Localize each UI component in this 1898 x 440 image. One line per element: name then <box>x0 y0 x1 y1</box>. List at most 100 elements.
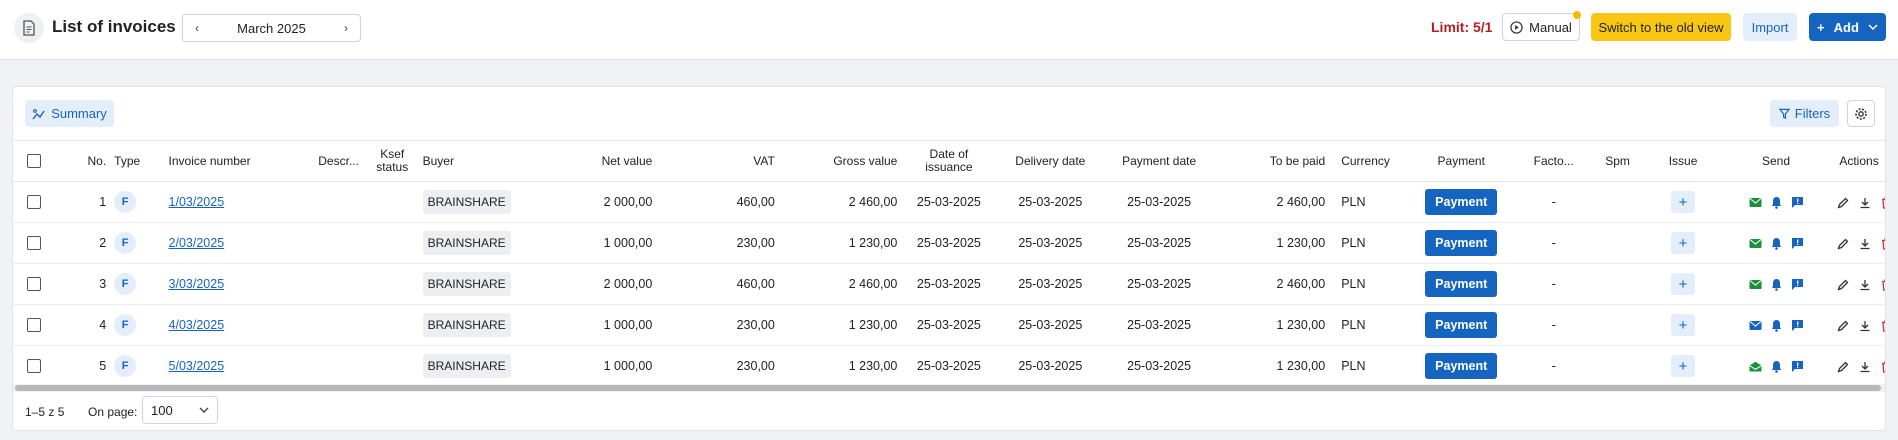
buyer-badge[interactable]: BRAINSHARE <box>422 354 511 378</box>
column-header-invoice-number[interactable]: Invoice number <box>154 140 319 182</box>
column-header-vat[interactable]: VAT <box>656 140 779 182</box>
column-header-payment-date[interactable]: Payment date <box>1104 140 1215 182</box>
row-checkbox[interactable] <box>27 318 42 333</box>
payment-button[interactable]: Payment <box>1425 230 1498 256</box>
issue-plus-button[interactable]: + <box>1671 355 1696 377</box>
edit-pencil-icon[interactable] <box>1837 197 1849 209</box>
payment-button[interactable]: Payment <box>1425 353 1498 379</box>
import-button[interactable]: Import <box>1743 13 1797 41</box>
message-alert-icon[interactable] <box>1791 360 1804 373</box>
per-page-select[interactable]: 100 <box>142 396 218 424</box>
message-alert-icon[interactable] <box>1791 278 1804 291</box>
buyer-badge[interactable]: BRAINSHARE <box>422 231 511 255</box>
currency: PLN <box>1341 277 1366 291</box>
column-header-to-be-paid[interactable]: To be paid <box>1214 140 1330 182</box>
column-header-spm[interactable]: Spm <box>1587 140 1648 182</box>
delete-trash-icon[interactable] <box>1881 361 1885 373</box>
email-icon[interactable] <box>1749 238 1762 249</box>
select-all-checkbox[interactable] <box>27 154 42 168</box>
table-row[interactable]: 4 F 4/03/2025 BRAINSHARE 1 000,00 230,00… <box>13 305 1885 346</box>
actions-cell <box>1833 223 1885 264</box>
column-header-date-of-issuance[interactable]: Date of issuance <box>901 140 997 182</box>
issue-plus-button[interactable]: + <box>1671 314 1696 336</box>
invoice-number-link[interactable]: 4/03/2025 <box>169 318 225 332</box>
table-row[interactable]: 1 F 1/03/2025 BRAINSHARE 2 000,00 460,00… <box>13 182 1885 223</box>
buyer-badge[interactable]: BRAINSHARE <box>422 272 511 296</box>
issue-plus-button[interactable]: + <box>1671 232 1696 254</box>
add-button[interactable]: + Add <box>1809 13 1886 41</box>
invoice-number-link[interactable]: 5/03/2025 <box>169 359 225 373</box>
bell-icon[interactable] <box>1771 360 1782 373</box>
column-header-type[interactable]: Type <box>110 140 155 182</box>
manual-button[interactable]: Manual <box>1502 11 1581 41</box>
table-row[interactable]: 3 F 3/03/2025 BRAINSHARE 2 000,00 460,00… <box>13 264 1885 305</box>
invoice-number-link[interactable]: 3/03/2025 <box>169 277 225 291</box>
issue-plus-button[interactable]: + <box>1671 273 1696 295</box>
table-row[interactable]: 5 F 5/03/2025 BRAINSHARE 1 000,00 230,00… <box>13 346 1885 387</box>
message-alert-icon[interactable] <box>1791 237 1804 250</box>
previous-month-chevron-icon[interactable]: ‹ <box>183 15 211 41</box>
plus-icon: + <box>1817 19 1825 35</box>
download-icon[interactable] <box>1859 197 1871 209</box>
issue-plus-button[interactable]: + <box>1671 191 1696 213</box>
bell-icon[interactable] <box>1771 196 1782 209</box>
payment-button[interactable]: Payment <box>1425 312 1498 338</box>
column-header-no[interactable]: No. <box>55 140 111 182</box>
email-icon[interactable] <box>1749 197 1762 208</box>
download-icon[interactable] <box>1859 361 1871 373</box>
column-header-buyer[interactable]: Buyer <box>418 140 525 182</box>
chevron-down-icon[interactable] <box>1868 24 1878 30</box>
download-icon[interactable] <box>1859 238 1871 250</box>
column-header-issue[interactable]: Issue <box>1647 140 1719 182</box>
current-month-label[interactable]: March 2025 <box>211 21 332 36</box>
buyer-badge[interactable]: BRAINSHARE <box>422 313 511 337</box>
row-checkbox[interactable] <box>27 236 42 251</box>
bell-icon[interactable] <box>1771 319 1782 332</box>
horizontal-scrollbar[interactable] <box>13 384 1885 392</box>
bell-icon[interactable] <box>1771 237 1782 250</box>
delete-trash-icon[interactable] <box>1881 197 1885 209</box>
delete-trash-icon[interactable] <box>1881 279 1885 291</box>
edit-pencil-icon[interactable] <box>1837 320 1849 332</box>
payment-button[interactable]: Payment <box>1425 271 1498 297</box>
edit-pencil-icon[interactable] <box>1837 361 1849 373</box>
buyer-badge[interactable]: BRAINSHARE <box>422 190 511 214</box>
delete-trash-icon[interactable] <box>1881 320 1885 332</box>
scrollbar-thumb[interactable] <box>15 385 1881 391</box>
column-header-send[interactable]: Send <box>1718 140 1834 182</box>
edit-pencil-icon[interactable] <box>1837 238 1849 250</box>
column-header-ksef-status[interactable]: Ksef status <box>365 140 419 182</box>
column-header-gross-value[interactable]: Gross value <box>778 140 902 182</box>
factoring-value: - <box>1551 359 1556 373</box>
email-icon[interactable] <box>1749 279 1762 290</box>
column-header-description[interactable]: Descr... <box>318 140 366 182</box>
column-header-payment[interactable]: Payment <box>1403 140 1520 182</box>
table-row[interactable]: 2 F 2/03/2025 BRAINSHARE 1 000,00 230,00… <box>13 223 1885 264</box>
email-opened-icon[interactable] <box>1749 361 1762 372</box>
payment-button[interactable]: Payment <box>1425 189 1498 215</box>
factoring-value: - <box>1551 195 1556 209</box>
table-header-row: No. Type Invoice number Descr... Ksef sta… <box>13 140 1885 182</box>
column-header-factoring[interactable]: Facto... <box>1519 140 1588 182</box>
invoice-number-link[interactable]: 1/03/2025 <box>169 195 225 209</box>
edit-pencil-icon[interactable] <box>1837 279 1849 291</box>
delete-trash-icon[interactable] <box>1881 238 1885 250</box>
column-header-currency[interactable]: Currency <box>1329 140 1404 182</box>
email-icon[interactable] <box>1749 320 1762 331</box>
summary-button[interactable]: Summary <box>25 100 114 127</box>
invoice-number-link[interactable]: 2/03/2025 <box>169 236 225 250</box>
bell-icon[interactable] <box>1771 278 1782 291</box>
row-checkbox[interactable] <box>27 359 42 374</box>
download-icon[interactable] <box>1859 320 1871 332</box>
column-header-net-value[interactable]: Net value <box>524 140 657 182</box>
settings-button[interactable] <box>1847 100 1875 127</box>
message-alert-icon[interactable] <box>1791 319 1804 332</box>
switch-old-view-button[interactable]: Switch to the old view <box>1591 13 1731 41</box>
download-icon[interactable] <box>1859 279 1871 291</box>
filters-button[interactable]: Filters <box>1770 100 1839 127</box>
column-header-delivery-date[interactable]: Delivery date <box>996 140 1105 182</box>
next-month-chevron-icon[interactable]: › <box>332 15 360 41</box>
row-checkbox[interactable] <box>27 195 42 210</box>
row-checkbox[interactable] <box>27 277 42 292</box>
message-alert-icon[interactable] <box>1791 196 1804 209</box>
